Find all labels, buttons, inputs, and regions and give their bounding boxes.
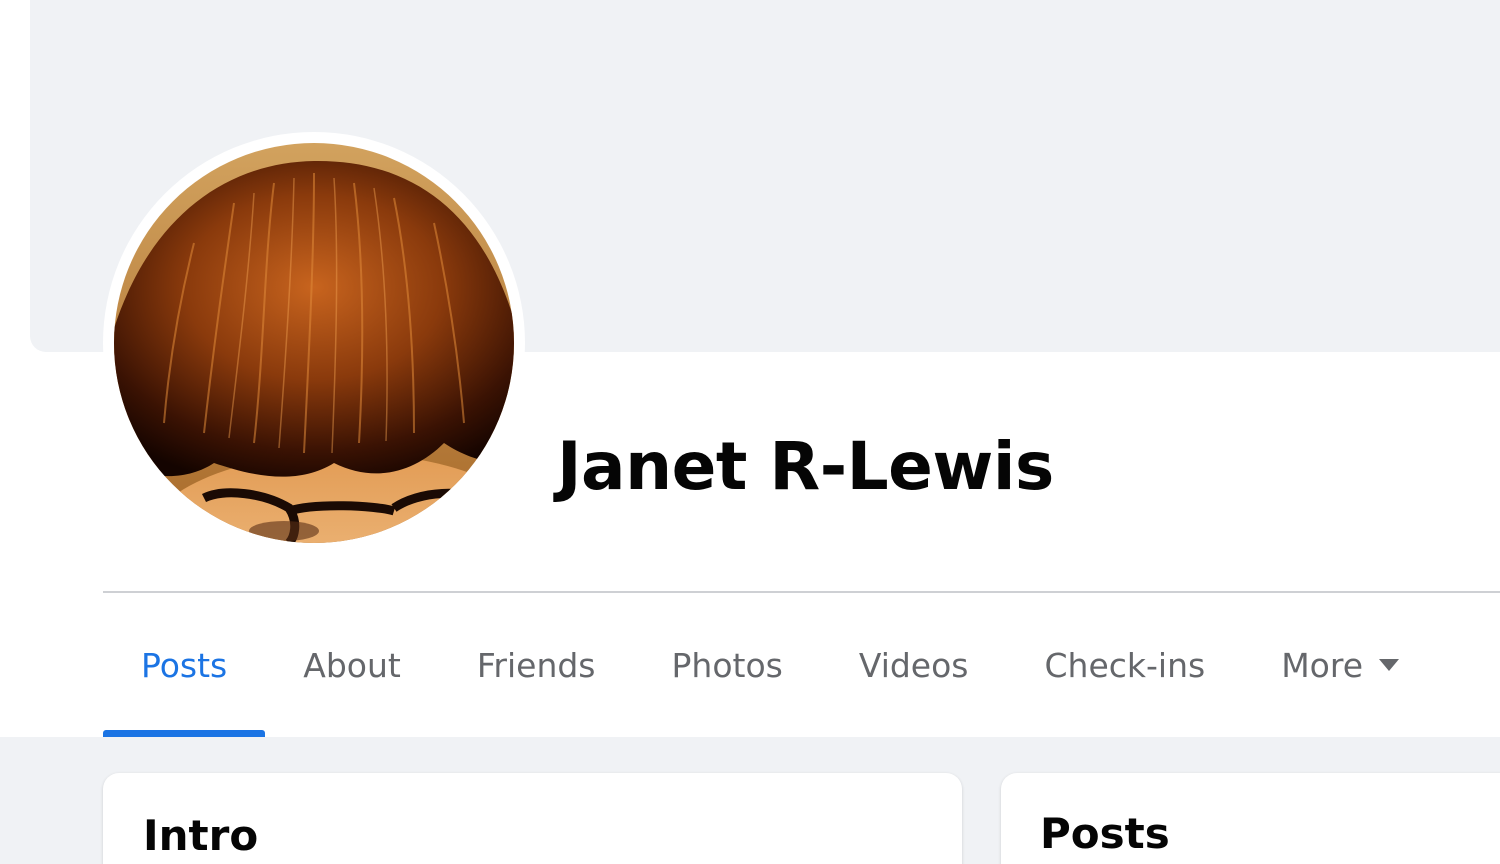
tab-photos-label: Photos	[671, 645, 783, 685]
tab-videos[interactable]: Videos	[821, 593, 1007, 737]
tab-more-label: More	[1281, 645, 1364, 685]
profile-tabs: Posts About Friends Photos Videos Check-…	[103, 593, 1500, 737]
tab-about-label: About	[303, 645, 401, 685]
profile-name: Janet R-Lewis	[557, 428, 1054, 505]
profile-photo-image	[114, 143, 514, 543]
tab-posts[interactable]: Posts	[103, 593, 266, 737]
intro-card: Intro	[103, 773, 962, 864]
caret-down-icon	[1379, 659, 1400, 671]
tab-about[interactable]: About	[265, 593, 439, 737]
tab-photos[interactable]: Photos	[634, 593, 821, 737]
profile-picture[interactable]	[114, 143, 514, 543]
tab-check-ins-label: Check-ins	[1044, 645, 1206, 685]
posts-card: Posts	[1001, 773, 1500, 864]
profile-page: Janet R-Lewis Posts About Friends Photos…	[0, 0, 1500, 864]
tab-more[interactable]: More	[1243, 593, 1437, 737]
intro-card-title: Intro	[143, 811, 259, 860]
tab-check-ins[interactable]: Check-ins	[1007, 593, 1244, 737]
tab-posts-label: Posts	[141, 645, 228, 685]
posts-card-title: Posts	[1040, 809, 1170, 858]
tab-videos-label: Videos	[858, 645, 969, 685]
tab-friends-label: Friends	[476, 645, 596, 685]
tab-friends[interactable]: Friends	[439, 593, 634, 737]
